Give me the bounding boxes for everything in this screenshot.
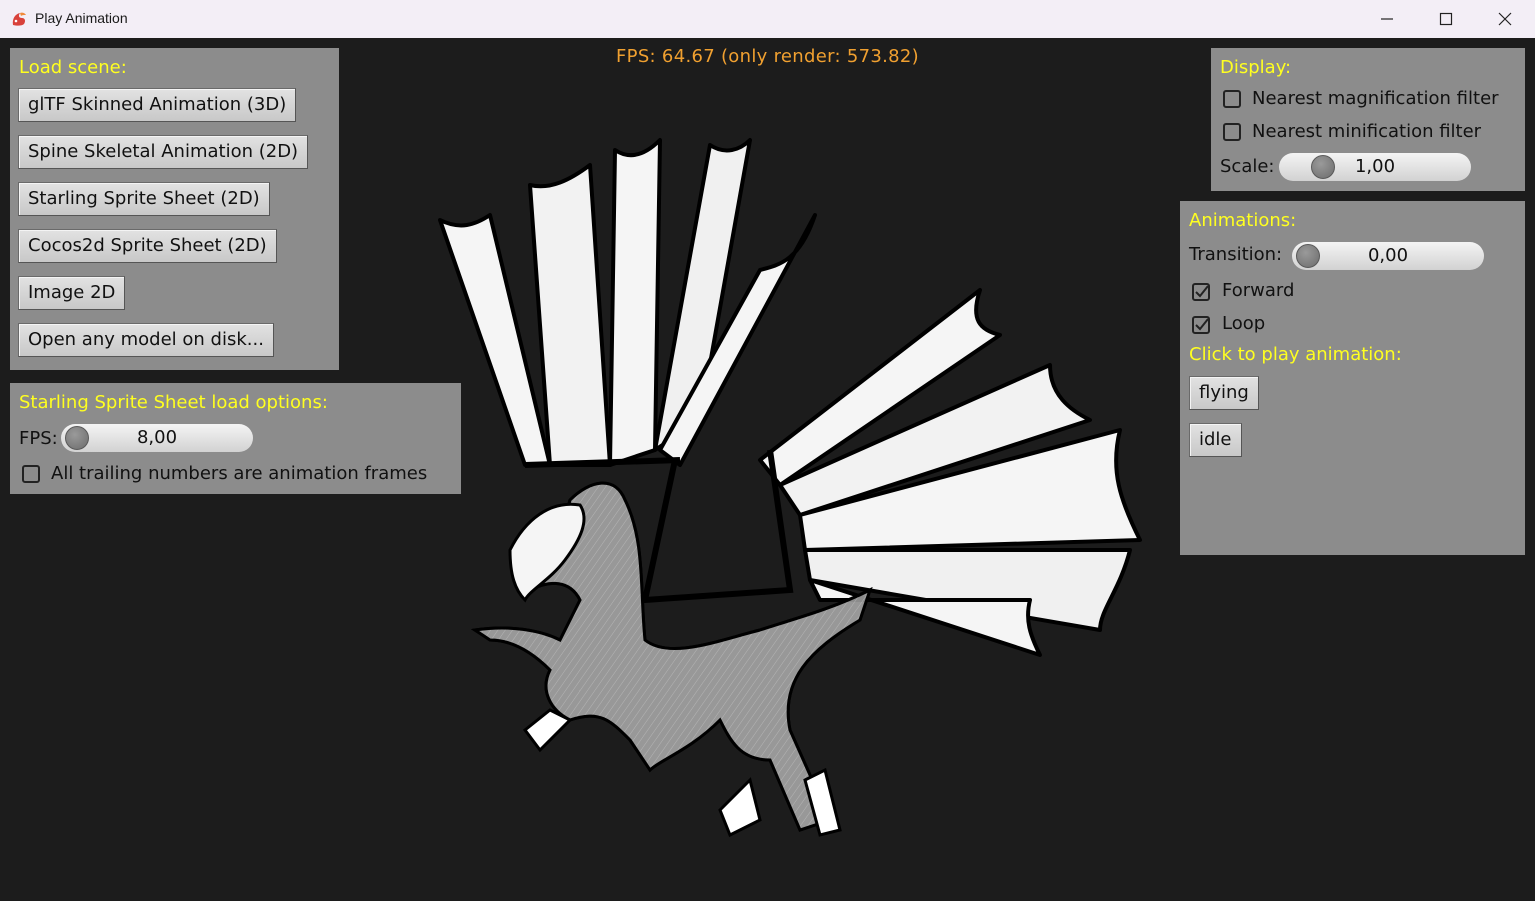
loop-label: Loop	[1222, 313, 1266, 334]
scale-label: Scale:	[1220, 156, 1275, 177]
maximize-icon	[1439, 12, 1453, 26]
transition-label: Transition:	[1189, 244, 1283, 265]
animations-title: Animations:	[1189, 210, 1297, 231]
scale-slider-value: 1,00	[1354, 156, 1396, 177]
nearest-minification-label: Nearest minification filter	[1252, 121, 1482, 142]
close-button[interactable]	[1476, 0, 1534, 38]
fps-slider[interactable]: 8,00	[61, 424, 253, 452]
gltf-skinned-animation-button[interactable]: glTF Skinned Animation (3D)	[18, 88, 297, 122]
display-title: Display:	[1220, 57, 1292, 78]
forward-checkbox[interactable]	[1192, 283, 1210, 301]
spine-skeletal-animation-button[interactable]: Spine Skeletal Animation (2D)	[18, 135, 309, 169]
fps-label: FPS:	[19, 428, 58, 449]
transition-slider-value: 0,00	[1367, 245, 1409, 266]
nearest-minification-checkbox[interactable]	[1223, 123, 1241, 141]
nearest-magnification-label: Nearest magnification filter	[1252, 88, 1499, 109]
trailing-numbers-label: All trailing numbers are animation frame…	[51, 463, 428, 484]
minimize-button[interactable]	[1358, 0, 1416, 38]
window-titlebar: Play Animation	[0, 0, 1535, 38]
starling-sprite-sheet-button[interactable]: Starling Sprite Sheet (2D)	[18, 182, 270, 216]
nearest-magnification-checkbox[interactable]	[1223, 90, 1241, 108]
trailing-numbers-checkbox[interactable]	[22, 465, 40, 483]
minimize-icon	[1381, 18, 1393, 20]
transition-slider[interactable]: 0,00	[1292, 242, 1484, 270]
animations-panel: Animations: Transition: 0,00 Forward Loo…	[1180, 201, 1525, 555]
maximize-button[interactable]	[1417, 0, 1475, 38]
forward-label: Forward	[1222, 280, 1295, 301]
check-icon	[1195, 318, 1209, 331]
fps-slider-value: 8,00	[136, 427, 178, 448]
scale-slider[interactable]: 1,00	[1279, 153, 1471, 181]
dragon-sprite-image	[438, 138, 1142, 838]
load-scene-title: Load scene:	[19, 57, 127, 78]
click-to-play-title: Click to play animation:	[1189, 344, 1402, 365]
close-icon	[1498, 12, 1512, 26]
image-2d-button[interactable]: Image 2D	[18, 276, 126, 310]
open-model-on-disk-button[interactable]: Open any model on disk...	[18, 323, 274, 357]
starling-options-title: Starling Sprite Sheet load options:	[19, 392, 328, 413]
loop-checkbox[interactable]	[1192, 316, 1210, 334]
check-icon	[1195, 285, 1209, 298]
display-panel: Display: Nearest magnification filter Ne…	[1211, 48, 1525, 191]
dragon-app-icon	[12, 12, 26, 26]
window-title: Play Animation	[35, 10, 128, 26]
load-scene-panel: Load scene: glTF Skinned Animation (3D) …	[10, 48, 339, 370]
idle-animation-button[interactable]: idle	[1189, 423, 1242, 457]
cocos2d-sprite-sheet-button[interactable]: Cocos2d Sprite Sheet (2D)	[18, 229, 277, 263]
flying-animation-button[interactable]: flying	[1189, 376, 1259, 410]
starling-options-panel: Starling Sprite Sheet load options: FPS:…	[10, 383, 461, 494]
